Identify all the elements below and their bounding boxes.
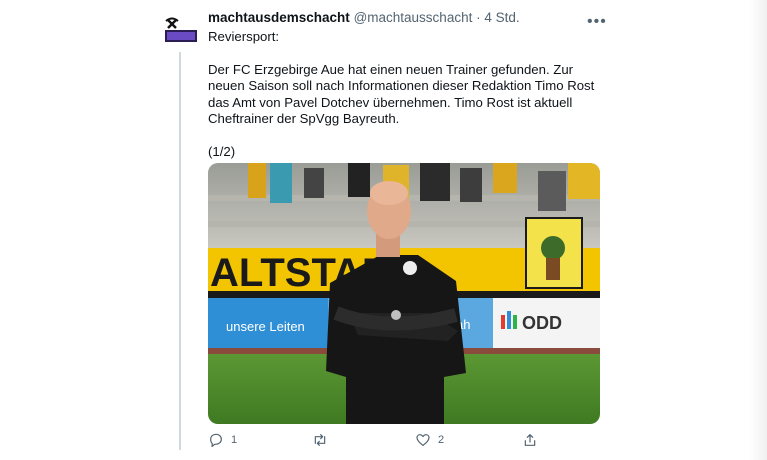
edge-shadow <box>749 0 767 460</box>
timestamp[interactable]: 4 Std. <box>484 10 519 25</box>
reply-button[interactable]: 1 <box>208 432 237 448</box>
avatar[interactable] <box>163 17 197 43</box>
heart-icon <box>416 434 430 446</box>
display-name[interactable]: machtausdemschacht <box>208 10 350 25</box>
tweet-actions: 1 2 <box>208 432 600 452</box>
thread-counter: (1/2) <box>208 143 236 159</box>
thread-line <box>179 52 181 450</box>
share-icon <box>524 434 536 446</box>
share-button[interactable] <box>522 432 538 448</box>
reply-icon <box>210 433 222 447</box>
tweet-paragraph: Der FC Erzgebirge Aue hat einen neuen Tr… <box>208 61 595 127</box>
separator: · <box>476 10 481 25</box>
tweet-photo[interactable]: ALTSTADT unsere Leiten ah ODD <box>208 163 600 424</box>
source-line: Reviersport: <box>208 29 280 44</box>
pickaxe-logo-icon <box>165 17 197 42</box>
like-count: 2 <box>438 434 445 446</box>
tweet[interactable]: machtausdemschacht @machtausschacht · 4 … <box>0 0 767 460</box>
retweet-icon <box>314 434 326 446</box>
retweet-button[interactable] <box>312 432 335 448</box>
reply-count: 1 <box>231 434 238 446</box>
sponsor-right: ODD <box>522 313 562 333</box>
like-button[interactable]: 2 <box>415 432 444 448</box>
handle[interactable]: @machtausschacht <box>354 10 473 25</box>
tweet-header: machtausdemschacht @machtausschacht · 4 … <box>208 10 520 25</box>
sponsor-left: unsere Leiten <box>226 319 305 334</box>
photo-coach: ALTSTADT unsere Leiten ah ODD <box>208 163 600 424</box>
tweet-text: Reviersport: Der FC Erzgebirge Aue hat e… <box>208 29 608 160</box>
